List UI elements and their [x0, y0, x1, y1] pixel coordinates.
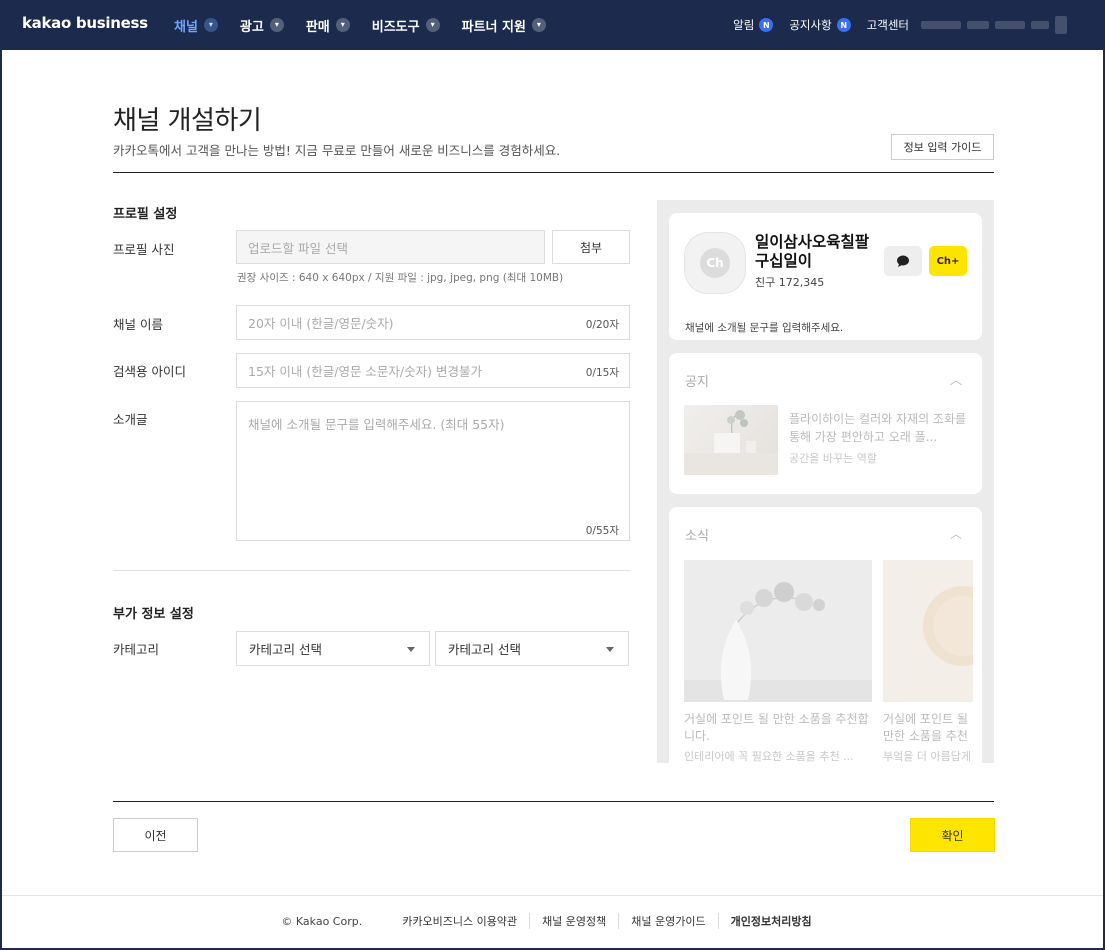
category-select-primary[interactable]: 카테고리 선택 — [236, 631, 430, 666]
chevron-down-icon: ▾ — [531, 18, 546, 32]
channel-name-label: 채널 이름 — [113, 317, 163, 332]
menu-label: 파트너 지원 — [461, 19, 526, 35]
notices-link[interactable]: 공지사항 N — [789, 17, 851, 33]
preview-profile-card: Ch 일이삼사오육칠팔구십일이 친구 172,345 Ch+ 채널에 소개될 문… — [669, 213, 982, 340]
news-image-plate — [883, 560, 973, 702]
utility-menu: 알림 N 공지사항 N 고객센터 — [717, 0, 909, 50]
page-title: 채널 개설하기 — [113, 106, 262, 136]
profile-photo-file-input[interactable]: 업로드할 파일 선택 — [236, 230, 545, 264]
footer-top-border — [2, 895, 1103, 896]
chat-button[interactable] — [884, 246, 922, 276]
top-nav: kakao business 채널 ▾ 광고 ▾ 판매 ▾ 비즈도구 ▾ 파트너… — [0, 0, 1105, 50]
prev-button[interactable]: 이전 — [113, 818, 198, 852]
new-badge: N — [759, 18, 774, 32]
news-1-subtext: 인테리어에 꼭 필요한 소품을 추천 ... — [684, 750, 854, 763]
id-char-counter: 0/15자 — [585, 367, 619, 379]
file-placeholder: 업로드할 파일 선택 — [248, 240, 348, 256]
notices-label: 공지사항 — [789, 18, 832, 32]
notice-text: 플라이하이는 컬러와 자재의 조화를 통해 가장 편안하고 오래 플... — [789, 412, 967, 444]
menu-item-sales[interactable]: 판매 ▾ — [306, 16, 350, 35]
caret-down-icon — [606, 647, 614, 652]
support-link[interactable]: 고객센터 — [867, 17, 909, 33]
menu-item-partner[interactable]: 파트너 지원 ▾ — [462, 16, 546, 35]
photo-hint: 권장 사이즈 : 640 x 640px / 지원 파일 : jpg, jpeg… — [237, 272, 564, 284]
search-id-label: 검색용 아이디 — [113, 364, 186, 379]
notice-heading: 공지 — [685, 375, 709, 390]
name-placeholder: 20자 이내 (한글/영문/숫자) — [248, 316, 394, 331]
select-value: 카테고리 선택 — [249, 642, 322, 657]
menu-label: 비즈도구 — [371, 19, 420, 35]
chevron-down-icon: ▾ — [269, 18, 284, 32]
chevron-up-icon[interactable]: ︿ — [950, 371, 962, 388]
channel-avatar: Ch — [684, 232, 746, 294]
alerts-link[interactable]: 알림 N — [733, 17, 774, 33]
plant-photo-image — [684, 410, 778, 475]
footer-link-guide[interactable]: 채널 운영가이드 — [618, 913, 717, 929]
input-guide-button[interactable]: 정보 입력 가이드 — [891, 134, 994, 160]
chevron-up-icon[interactable]: ︿ — [950, 525, 962, 542]
alerts-label: 알림 — [733, 18, 755, 32]
menu-item-ads[interactable]: 광고 ▾ — [240, 16, 284, 35]
channel-name-input[interactable]: 20자 이내 (한글/영문/숫자) 0/20자 — [236, 305, 630, 340]
section-divider — [113, 570, 630, 571]
news-1-caption: 거실에 포인트 될 만한 소품을 추천합니다. — [684, 712, 869, 743]
footer-link-privacy[interactable]: 개인정보처리방침 — [717, 913, 824, 929]
news-image-vase — [684, 560, 872, 702]
footer-divider — [113, 801, 994, 802]
select-value: 카테고리 선택 — [448, 642, 521, 657]
category-label: 카테고리 — [113, 642, 160, 657]
preview-description: 채널에 소개될 문구를 입력해주세요. — [685, 322, 844, 334]
channel-preview-panel[interactable]: Ch 일이삼사오육칠팔구십일이 친구 172,345 Ch+ 채널에 소개될 문… — [657, 200, 994, 763]
intro-placeholder: 채널에 소개될 문구를 입력해주세요. (최대 55자) — [248, 417, 505, 432]
header-divider — [113, 172, 994, 173]
id-placeholder: 15자 이내 (한글/영문 소문자/숫자) 변경불가 — [248, 364, 482, 379]
caret-down-icon — [407, 647, 415, 652]
speech-bubble-icon — [897, 255, 909, 267]
menu-label: 채널 — [174, 19, 198, 35]
add-channel-button[interactable]: Ch+ — [929, 246, 967, 276]
preview-notice-card: 공지 ︿ 플라이하이는 컬러와 자재의 조화를 통해 가장 편안하고 오래 플.… — [669, 353, 982, 494]
extra-info-section-title: 부가 정보 설정 — [113, 607, 194, 622]
menu-item-biztools[interactable]: 비즈도구 ▾ — [372, 16, 440, 35]
footer-link-policy[interactable]: 채널 운영정책 — [529, 913, 618, 929]
intro-label: 소개글 — [113, 412, 148, 427]
intro-textarea[interactable]: 채널에 소개될 문구를 입력해주세요. (최대 55자) 0/55자 — [236, 401, 630, 541]
copyright: © Kakao Corp. — [281, 914, 363, 928]
preview-news-card: 소식 ︿ 거실에 포인트 될 만한 소품을 추천합니다. 인테리어에 꼭 필요한… — [669, 507, 982, 763]
intro-char-counter: 0/55자 — [585, 525, 619, 537]
account-area-redacted[interactable] — [921, 12, 1091, 38]
news-2-caption: 거실에 포인트 될 만한 소품을 추천합니다. — [883, 712, 968, 743]
channel-default-icon: Ch — [700, 248, 730, 278]
channel-add-icon: Ch+ — [936, 255, 960, 267]
news-heading: 소식 — [685, 529, 709, 544]
footer-link-terms[interactable]: 카카오비즈니스 이용약관 — [390, 913, 529, 929]
page-subtitle: 카카오톡에서 고객을 만나는 방법! 지금 무료로 만들어 새로운 비즈니스를 … — [113, 143, 561, 158]
vase-photo-image — [684, 560, 872, 702]
confirm-button[interactable]: 확인 — [910, 818, 995, 852]
profile-section-title: 프로필 설정 — [113, 207, 178, 222]
chevron-down-icon: ▾ — [203, 18, 218, 32]
profile-photo-label: 프로필 사진 — [113, 242, 175, 257]
search-id-input[interactable]: 15자 이내 (한글/영문 소문자/숫자) 변경불가 0/15자 — [236, 353, 630, 388]
menu-item-channel[interactable]: 채널 ▾ — [174, 16, 218, 35]
menu-label: 판매 — [305, 19, 330, 35]
notice-subtext: 공간을 바꾸는 역할 — [789, 452, 877, 465]
site-footer: © Kakao Corp. 카카오비즈니스 이용약관 채널 운영정책 채널 운영… — [0, 913, 1105, 929]
news-2-subtext: 부엌을 더 아름답게 — [883, 750, 971, 763]
menu-label: 광고 — [239, 19, 264, 35]
attach-button[interactable]: 첨부 — [552, 230, 630, 264]
category-select-secondary[interactable]: 카테고리 선택 — [435, 631, 629, 666]
plate-photo-image — [883, 560, 973, 702]
new-badge: N — [836, 18, 851, 32]
chevron-down-icon: ▾ — [335, 18, 350, 32]
kakao-business-logo[interactable]: kakao business — [22, 14, 148, 32]
main-menu: 채널 ▾ 광고 ▾ 판매 ▾ 비즈도구 ▾ 파트너 지원 ▾ — [174, 0, 568, 50]
notice-thumbnail — [684, 405, 778, 475]
preview-channel-name: 일이삼사오육칠팔구십일이 — [755, 233, 870, 270]
chevron-down-icon: ▾ — [425, 18, 440, 32]
name-char-counter: 0/20자 — [585, 319, 619, 331]
preview-friend-count: 친구 172,345 — [755, 276, 825, 289]
